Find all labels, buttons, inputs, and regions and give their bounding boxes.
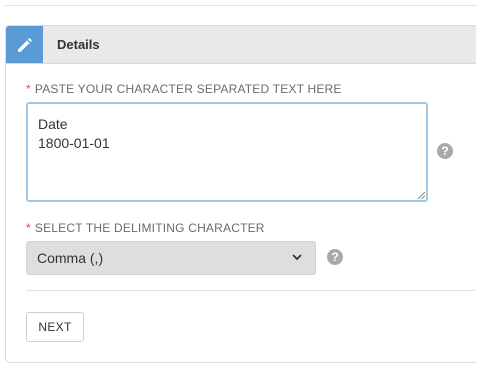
question-icon[interactable]: ?: [327, 249, 343, 265]
text-field-label: * PASTE YOUR CHARACTER SEPARATED TEXT HER…: [26, 82, 342, 96]
resize-grip-icon[interactable]: [417, 191, 425, 199]
divider: [26, 290, 476, 291]
required-marker: *: [26, 82, 31, 96]
required-marker: *: [26, 221, 31, 235]
pencil-icon: [18, 38, 32, 52]
csv-textarea-value: Date 1800-01-01: [38, 116, 110, 151]
panel-title: Details: [57, 37, 100, 52]
delimiter-field-label: * SELECT THE DELIMITING CHARACTER: [26, 221, 265, 235]
delimiter-select-value: Comma (,): [37, 250, 104, 266]
next-button[interactable]: NEXT: [26, 312, 84, 342]
top-divider: [4, 0, 477, 6]
details-panel: Details * PASTE YOUR CHARACTER SEPARATED …: [5, 25, 476, 363]
delimiter-select[interactable]: Comma (,): [26, 241, 316, 275]
text-field-label-text: PASTE YOUR CHARACTER SEPARATED TEXT HERE: [34, 82, 342, 96]
panel-header: Details: [6, 26, 476, 64]
question-icon[interactable]: ?: [437, 143, 453, 159]
delimiter-field-label-text: SELECT THE DELIMITING CHARACTER: [34, 221, 265, 235]
csv-textarea[interactable]: Date 1800-01-01: [26, 102, 428, 202]
header-icon-box: [6, 26, 43, 63]
chevron-down-icon: [292, 254, 302, 261]
